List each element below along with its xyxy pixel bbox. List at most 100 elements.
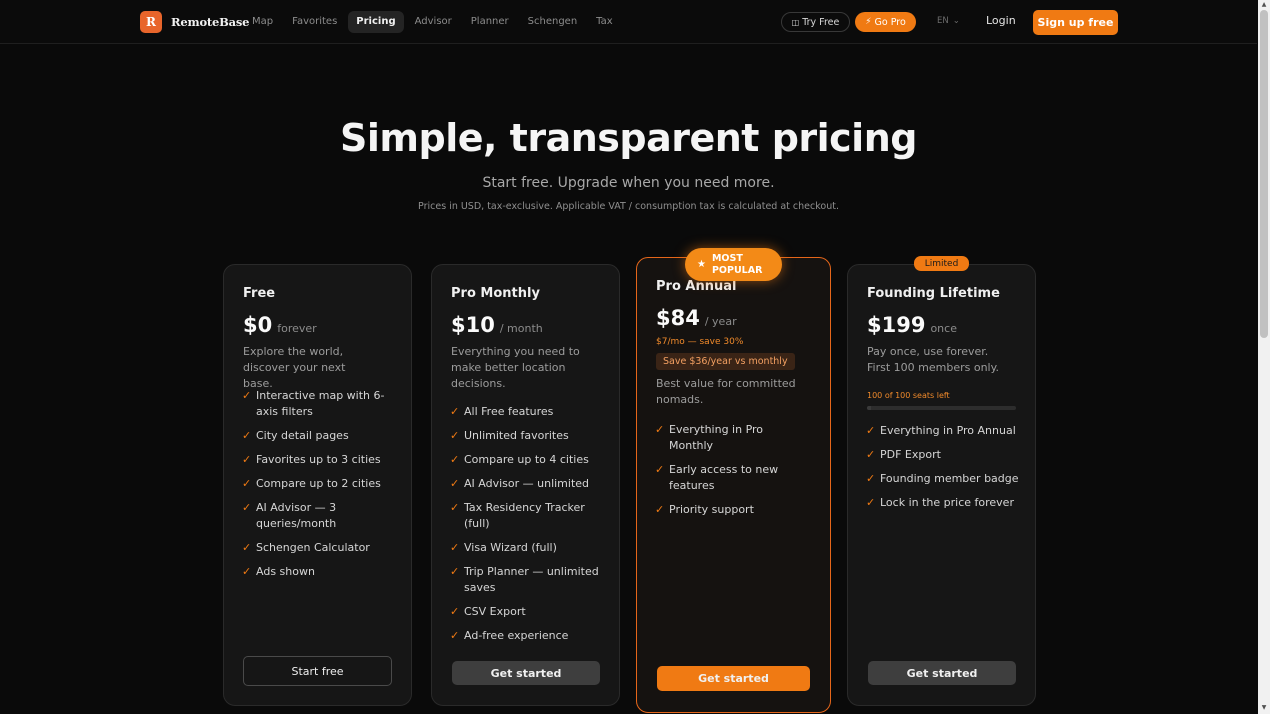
- top-navbar: R RemoteBase Map Favorites Pricing Advis…: [0, 0, 1257, 44]
- feature-item: ✓ Compare up to 4 cities: [450, 453, 589, 466]
- scroll-up-arrow-icon[interactable]: ▲: [1260, 1, 1268, 8]
- plan-name: Founding Lifetime: [867, 286, 1000, 301]
- seats-remaining: 100 of 100 seats left: [867, 391, 950, 400]
- check-icon: ✓: [242, 565, 252, 578]
- logo-mark: R: [140, 11, 162, 33]
- check-icon: ✓: [655, 503, 665, 516]
- nav-link-map[interactable]: Map: [244, 11, 281, 33]
- go-pro-label: Go Pro: [874, 16, 906, 28]
- feature-item: ✓ Schengen Calculator: [242, 541, 370, 554]
- check-icon: ✓: [450, 629, 460, 642]
- feature-item: ✓ Unlimited favorites: [450, 429, 569, 442]
- nav-link-pricing[interactable]: Pricing: [348, 11, 404, 33]
- language-select[interactable]: EN ⌄: [937, 16, 960, 26]
- plan-price: $84 / year: [656, 306, 737, 330]
- plan-card-founding-lifetime: Founding Lifetime $199 once Pay once, us…: [847, 264, 1036, 706]
- price-period: / year: [704, 315, 737, 328]
- check-icon: ✓: [655, 423, 665, 436]
- flask-icon: ◫: [791, 17, 800, 27]
- monthly-equivalent: $7/mo — save 30%: [656, 337, 744, 347]
- plan-price: $0 forever: [243, 313, 317, 337]
- plan-card-pro-monthly: Pro Monthly $10 / month Everything you n…: [431, 264, 620, 706]
- price-value: $84: [656, 306, 700, 330]
- lightning-icon: ⚡︎: [865, 17, 872, 27]
- price-value: $10: [451, 313, 495, 337]
- plan-description: Best value for committed nomads.: [656, 377, 796, 406]
- try-free-button[interactable]: ◫ Try Free: [781, 12, 850, 32]
- feature-item: ✓ Ad-free experience: [450, 629, 569, 642]
- plan-card-pro-annual: Pro Annual $84 / year $7/mo — save 30% S…: [636, 257, 831, 713]
- feature-item: ✓ Visa Wizard (full): [450, 541, 557, 554]
- feature-item: ✓ Priority support: [655, 503, 754, 516]
- check-icon: ✓: [450, 477, 460, 490]
- check-icon: ✓: [866, 496, 876, 509]
- check-icon: ✓: [242, 477, 252, 490]
- start-free-button[interactable]: Start free: [243, 656, 392, 686]
- feature-item: ✓ Trip Planner — unlimited saves: [450, 565, 599, 594]
- feature-item: ✓ Ads shown: [242, 565, 315, 578]
- nav-link-favorites[interactable]: Favorites: [284, 11, 345, 33]
- get-started-button[interactable]: Get started: [868, 661, 1016, 685]
- price-value: $0: [243, 313, 273, 337]
- brand-name: RemoteBase: [171, 15, 250, 29]
- nav-link-advisor[interactable]: Advisor: [407, 11, 460, 33]
- plan-name: Free: [243, 286, 276, 301]
- feature-list: ✓ Interactive map with 6-axis filters ✓ Ci…: [242, 388, 392, 588]
- nav-link-tax[interactable]: Tax: [588, 11, 621, 33]
- page-title: Simple, transparent pricing: [340, 116, 917, 160]
- chevron-down-icon: ⌄: [952, 16, 960, 26]
- feature-item: ✓ Early access to new features: [655, 463, 779, 492]
- badge-label: MOST POPULAR: [711, 252, 763, 276]
- check-icon: ✓: [242, 389, 252, 402]
- feature-list: ✓ Everything in Pro Annual ✓ PDF Export ✓ F…: [866, 423, 1021, 519]
- plan-price: $199 once: [867, 313, 957, 337]
- get-started-button[interactable]: Get started: [452, 661, 600, 685]
- plan-description: Explore the world, discover your next ba…: [243, 345, 346, 390]
- get-started-button[interactable]: Get started: [657, 666, 810, 691]
- seats-progress-bar: [867, 406, 1016, 410]
- feature-item: ✓ Lock in the price forever: [866, 496, 1014, 509]
- feature-item: ✓ AI Advisor — 3 queries/month: [242, 501, 337, 530]
- check-icon: ✓: [242, 429, 252, 442]
- nav-links: Map Favorites Pricing Advisor Planner Sc…: [244, 11, 624, 33]
- check-icon: ✓: [242, 541, 252, 554]
- language-label: EN: [937, 16, 949, 26]
- check-icon: ✓: [242, 453, 252, 466]
- nav-link-planner[interactable]: Planner: [463, 11, 517, 33]
- feature-item: ✓ Tax Residency Tracker (full): [450, 501, 585, 530]
- feature-list: ✓ All Free features ✓ Unlimited favorites …: [450, 404, 605, 652]
- check-icon: ✓: [866, 424, 876, 437]
- star-icon: ★: [697, 259, 706, 270]
- feature-item: ✓ Interactive map with 6-axis filters: [242, 389, 385, 418]
- signup-button[interactable]: Sign up free: [1033, 10, 1118, 35]
- feature-item: ✓ All Free features: [450, 405, 554, 418]
- seats-progress-fill: [867, 406, 872, 410]
- feature-item: ✓ Everything in Pro Annual: [866, 424, 1016, 437]
- scrollbar-thumb[interactable]: [1260, 10, 1268, 338]
- feature-item: ✓ City detail pages: [242, 429, 349, 442]
- login-link[interactable]: Login: [986, 14, 1016, 27]
- plan-name: Pro Monthly: [451, 286, 540, 301]
- feature-item: ✓ AI Advisor — unlimited: [450, 477, 590, 490]
- check-icon: ✓: [450, 605, 460, 618]
- check-icon: ✓: [450, 429, 460, 442]
- check-icon: ✓: [450, 453, 460, 466]
- feature-item: ✓ PDF Export: [866, 448, 941, 461]
- plan-description: Everything you need to make better locat…: [451, 345, 580, 390]
- tax-note: Prices in USD, tax-exclusive. Applicable…: [418, 201, 839, 212]
- limited-badge: Limited: [914, 256, 969, 271]
- go-pro-button[interactable]: ⚡︎ Go Pro: [855, 12, 916, 32]
- check-icon: ✓: [450, 541, 460, 554]
- check-icon: ✓: [866, 448, 876, 461]
- scroll-down-arrow-icon[interactable]: ▼: [1260, 704, 1268, 711]
- check-icon: ✓: [450, 565, 460, 578]
- check-icon: ✓: [450, 501, 460, 514]
- check-icon: ✓: [242, 501, 252, 514]
- check-icon: ✓: [655, 463, 665, 476]
- brand-logo[interactable]: R RemoteBase: [140, 11, 250, 33]
- price-value: $199: [867, 313, 926, 337]
- nav-link-schengen[interactable]: Schengen: [520, 11, 586, 33]
- feature-item: ✓ Everything in Pro Monthly: [655, 423, 764, 452]
- plan-price: $10 / month: [451, 313, 543, 337]
- price-period: forever: [277, 322, 317, 335]
